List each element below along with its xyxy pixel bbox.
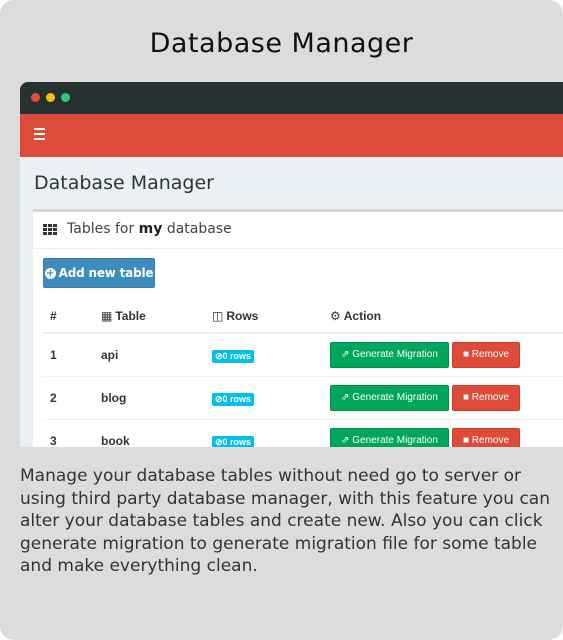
feature-description: Manage your database tables without need… [20, 466, 550, 576]
generate-migration-button[interactable]: ⇗ Generate Migration [330, 342, 449, 368]
table-row: 3 book ⊘0 rows ⇗ Generate Migration ■ Rem… [42, 419, 563, 447]
gears-icon: ⚙ [330, 309, 341, 323]
app-navbar [20, 114, 563, 157]
minimize-dot-icon[interactable] [46, 93, 55, 102]
row-count: ⊘0 rows [212, 333, 330, 377]
col-header-number: # [42, 300, 101, 334]
col-header-table: ▦ Table [101, 300, 212, 334]
table-header-row: # ▦ Table ◫ Rows ⚙ Action [42, 300, 563, 334]
box-title: Tables for my database [67, 221, 232, 237]
row-actions: ⇗ Generate Migration ■ Remove [330, 419, 563, 447]
remove-button[interactable]: ■ Remove [452, 342, 520, 368]
generate-migration-button[interactable]: ⇗ Generate Migration [330, 385, 449, 411]
row-count: ⊘0 rows [212, 419, 330, 447]
row-actions: ⇗ Generate Migration ■ Remove [330, 376, 563, 420]
rows-badge: ⊘0 rows [212, 392, 255, 406]
row-count: ⊘0 rows [212, 376, 330, 420]
hamburger-icon[interactable] [34, 128, 45, 143]
close-dot-icon[interactable] [31, 93, 40, 102]
browser-window: Database Manager ⌂ Tables for my databas… [20, 82, 563, 447]
row-actions: ⇗ Generate Migration ■ Remove [330, 333, 563, 377]
add-new-table-button[interactable]: + Add new table [43, 258, 155, 288]
row-number: 1 [42, 333, 101, 377]
remove-button[interactable]: ■ Remove [452, 385, 520, 411]
tables-box: Tables for my database + Add new table #… [33, 209, 563, 447]
page-title: Database Manager [34, 172, 214, 194]
plus-circle-icon: + [44, 267, 56, 279]
table-grid-icon [43, 224, 57, 235]
table-row: 1 api ⊘0 rows ⇗ Generate Migration ■ Remo… [42, 333, 563, 377]
col-header-action: ⚙ Action [330, 300, 563, 334]
row-number: 2 [42, 376, 101, 420]
card-title: Database Manager [149, 28, 414, 59]
content-area: Database Manager ⌂ Tables for my databas… [20, 157, 563, 447]
table-row: 2 blog ⊘0 rows ⇗ Generate Migration ■ Rem… [42, 376, 563, 420]
row-table-name[interactable]: api [101, 333, 212, 377]
row-table-name[interactable]: blog [101, 376, 212, 420]
feature-card: Database Manager Database Manager ⌂ [0, 0, 563, 640]
browser-titlebar [20, 82, 563, 114]
generate-migration-button[interactable]: ⇗ Generate Migration [330, 428, 449, 447]
columns-icon: ◫ [212, 309, 224, 323]
remove-button[interactable]: ■ Remove [452, 428, 520, 447]
box-header: Tables for my database [33, 212, 563, 249]
row-table-name[interactable]: book [101, 419, 212, 447]
maximize-dot-icon[interactable] [61, 93, 70, 102]
row-number: 3 [42, 419, 101, 447]
table-icon: ▦ [101, 309, 113, 323]
rows-badge: ⊘0 rows [212, 435, 255, 447]
tables-table: # ▦Table ◫Rows ⚙Action 1 api ⊘0 rows [42, 300, 563, 447]
rows-badge: ⊘0 rows [212, 349, 255, 363]
col-header-rows: ◫ Rows [212, 300, 330, 334]
